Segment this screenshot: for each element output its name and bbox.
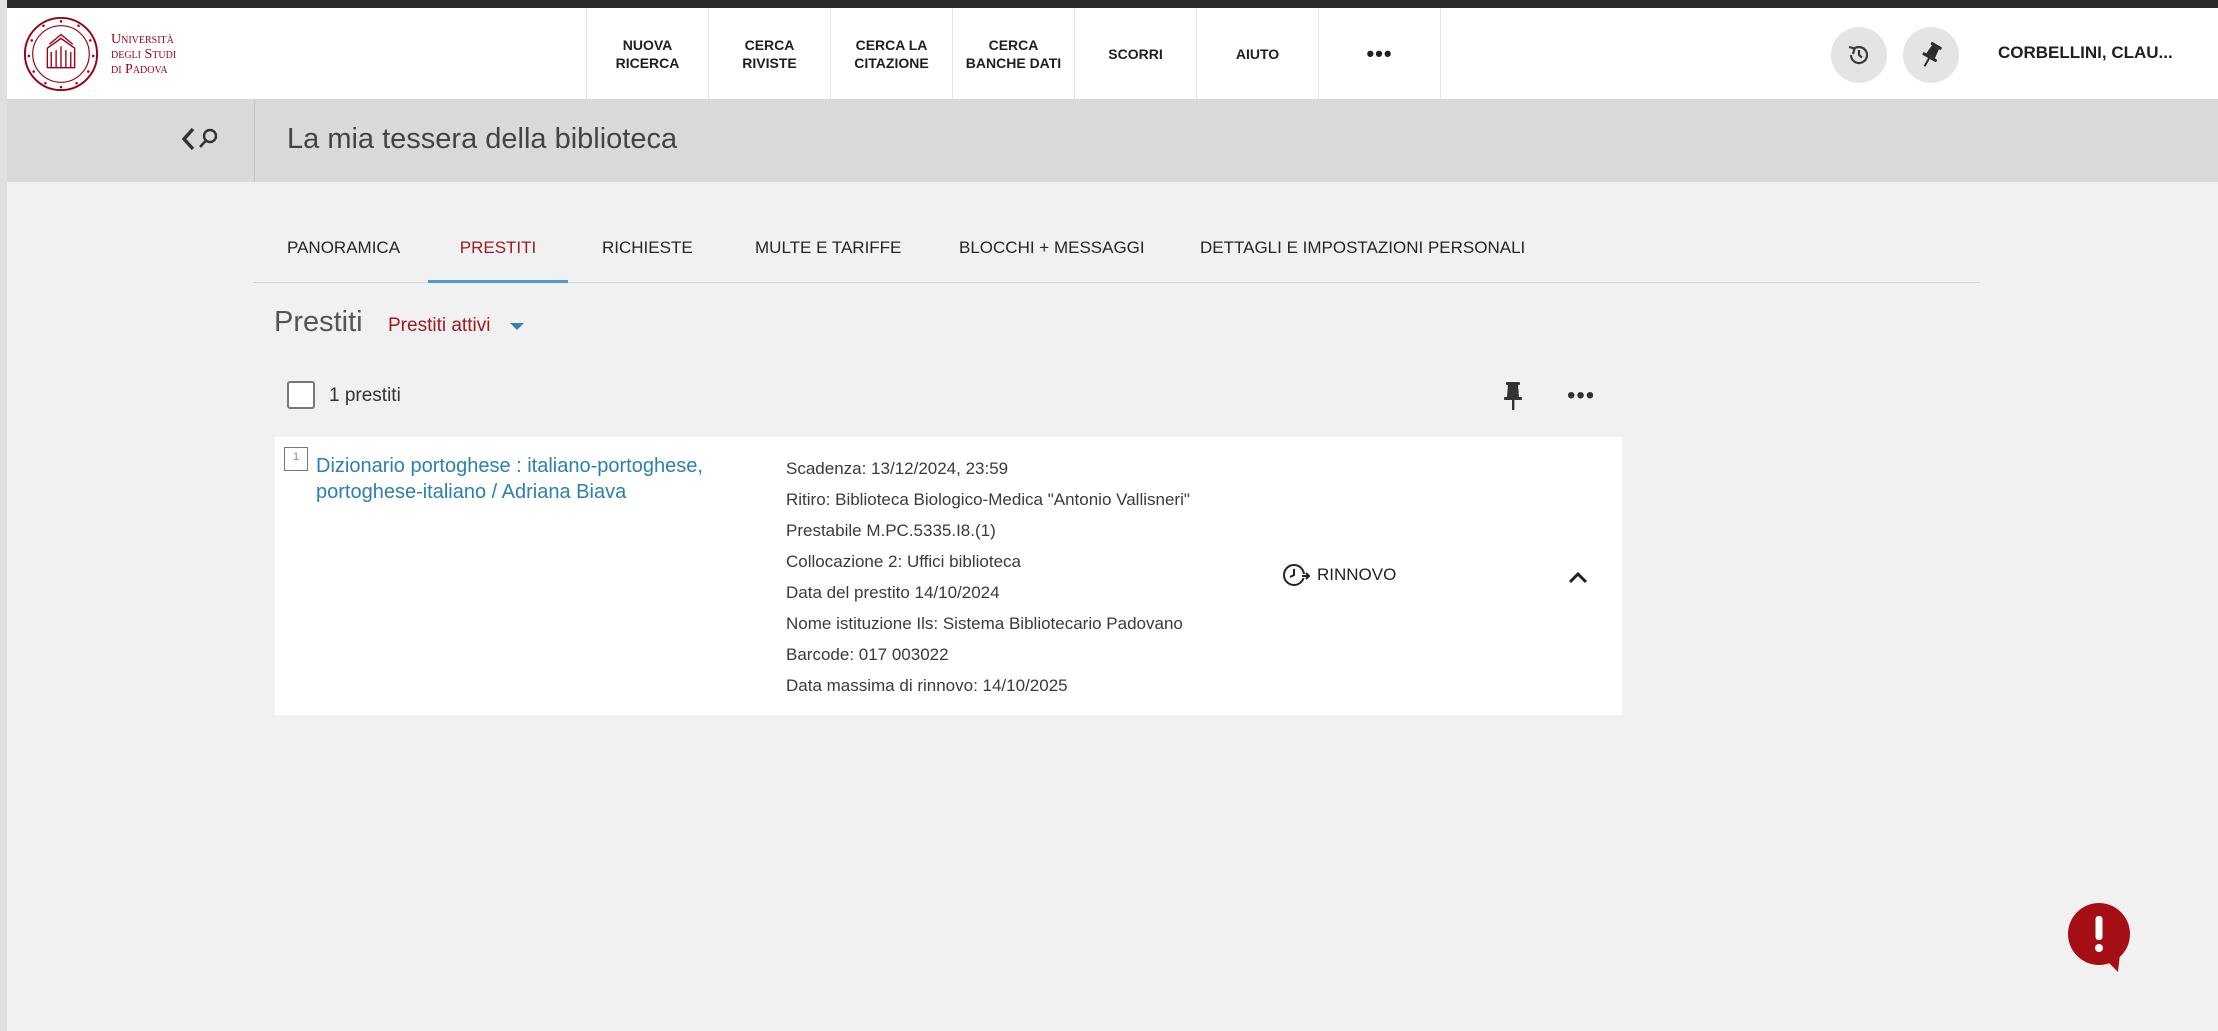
pin-icon [1922,41,1942,67]
university-seal-icon [23,16,99,92]
more-icon: ••• [1366,40,1393,66]
nav-new-search[interactable]: Nuova ricerca [586,8,708,99]
nav-search-journals[interactable]: Cerca riviste [708,8,830,99]
loan-pickup-location: Ritiro: Biblioteca Biologico-Medica "Ant… [786,490,1190,540]
list-more-button[interactable]: ••• [1567,382,1595,410]
tab-loans[interactable]: Prestiti [428,218,568,283]
item-number: 1 [284,447,308,471]
loans-filter-dropdown[interactable]: Prestiti attivi [388,315,525,337]
tab-requests[interactable]: Richieste [602,218,693,280]
logo-line-3: di Padova [111,61,168,77]
history-icon [1848,45,1869,65]
nav-browse[interactable]: Scorri [1074,8,1196,99]
loans-count: 1 prestiti [329,385,401,406]
loan-item: 1 Dizionario portoghese : italiano-porto… [275,437,1622,715]
nav-label: ricerca [615,54,680,71]
nav-help[interactable]: Aiuto [1196,8,1318,99]
nav-label: Aiuto [1235,45,1280,62]
logo-line-2: degli Studi [111,46,177,62]
loans-filter-value: Prestiti attivi [388,315,491,336]
alert-button[interactable] [2066,902,2132,974]
pin-icon [1504,382,1522,410]
loan-date: Data del prestito 14/10/2024 [786,583,1000,602]
pin-list-button[interactable] [1500,380,1526,412]
select-all-checkbox[interactable] [287,381,315,409]
main-nav: Nuova ricerca Cerca riviste Cerca la citazi… [586,8,1441,99]
alert-icon [2068,903,2130,972]
university-logo[interactable]: Università degli Studi di Padova [22,14,176,94]
window-top-strip [0,0,2218,8]
renew-button[interactable]: Rinnovo [1281,561,1396,589]
nav-label: banche dati [965,54,1062,71]
loans-section-title: Prestiti [274,306,363,338]
caret-down-icon [510,322,525,330]
nav-more-button[interactable]: ••• [1318,8,1441,99]
renew-clock-icon [1283,564,1311,586]
renew-label: Rinnovo [1317,565,1397,584]
tab-blocks-messages[interactable]: Blocchi + messaggi [959,218,1145,280]
loan-max-renew-date: Data massima di rinnovo: 14/10/2025 [786,676,1068,695]
nav-label: Cerca [988,36,1039,53]
loan-details: Scadenza: 13/12/2024, 23:59 Ritiro: Bibl… [786,453,1266,701]
page-title-bar: La mia tessera della biblioteca [7,99,2218,182]
title-divider [254,99,255,182]
back-to-search-button[interactable] [177,120,223,160]
nav-citation-search[interactable]: Cerca la citazione [830,8,952,99]
pinned-button[interactable] [1903,27,1959,83]
loan-item-title-link[interactable]: Dizionario portoghese : italiano-portogh… [316,453,756,505]
account-tabs: Panoramica Prestiti Richieste Multe e ta… [253,218,1980,283]
top-header: Università degli Studi di Padova Nuova ri… [7,8,2218,99]
window-left-edge [0,0,7,1031]
loan-due-date: Scadenza: 13/12/2024, 23:59 [786,459,1009,478]
user-menu[interactable]: CORBELLINI, CLAU... [1998,43,2173,63]
tab-fines-fees[interactable]: Multe e tariffe [755,218,901,280]
nav-label: Nuova [622,36,673,53]
nav-label: Cerca [744,36,795,53]
collapse-item-button[interactable] [1566,568,1590,586]
university-name: Università degli Studi di Padova [111,32,176,77]
logo-line-1: Università [111,31,174,47]
back-search-icon [181,127,218,151]
tab-overview[interactable]: Panoramica [287,218,400,280]
chevron-up-icon [1568,571,1588,584]
nav-database-search[interactable]: Cerca banche dati [952,8,1074,99]
page-title: La mia tessera della biblioteca [287,123,678,155]
nav-label: Cerca la [855,36,928,53]
loan-institution: Nome istituzione Ils: Sistema Biblioteca… [786,614,1183,633]
nav-label: riviste [742,54,797,71]
nav-label: Scorri [1108,45,1163,62]
tab-personal-details[interactable]: Dettagli e impostazioni personali [1200,218,1525,280]
loan-barcode: Barcode: 017 003022 [786,645,949,664]
history-button[interactable] [1831,27,1887,83]
loan-call-number: Collocazione 2: Uffici biblioteca [786,552,1021,571]
nav-label: citazione [854,54,929,71]
